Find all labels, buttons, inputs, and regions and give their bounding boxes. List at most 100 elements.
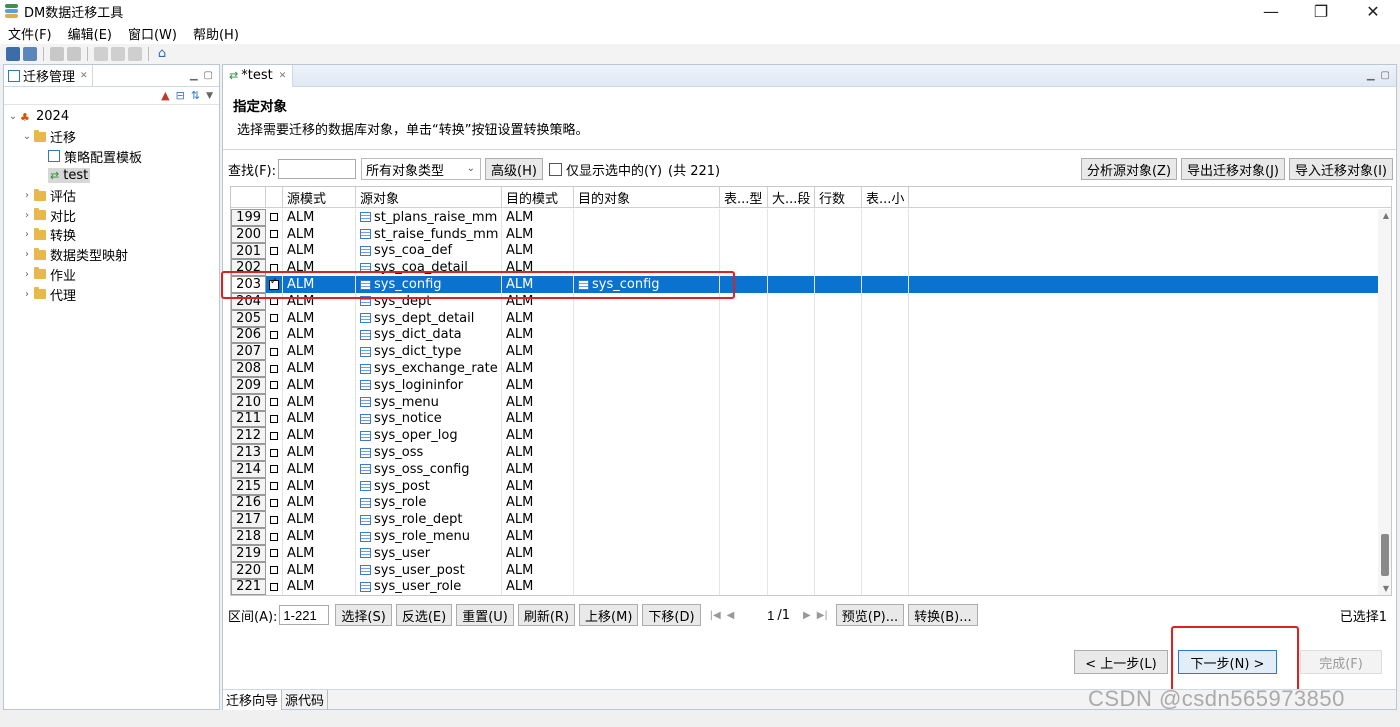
minimize-button[interactable]: — — [1248, 0, 1294, 22]
row-checkbox[interactable] — [270, 347, 278, 356]
table-row[interactable]: 207 ALM sys_dict_type ALM — [231, 343, 1379, 361]
row-checkbox[interactable] — [270, 314, 278, 323]
table-row[interactable]: 212 ALM sys_oper_log ALM — [231, 427, 1379, 445]
menu-help[interactable]: 帮助(H) — [193, 24, 239, 43]
row-checkbox[interactable] — [270, 230, 278, 239]
find-input[interactable] — [278, 159, 357, 179]
header-src-schema[interactable]: 源模式 — [283, 187, 356, 208]
row-check-cell[interactable] — [266, 494, 283, 512]
scroll-down-icon[interactable]: ▼ — [1383, 584, 1389, 593]
last-page-icon[interactable]: ▶| — [817, 610, 828, 621]
collapsed-icon[interactable]: › — [22, 210, 32, 221]
close-tab-icon[interactable]: ✕ — [80, 71, 88, 81]
tab-migration-wizard[interactable]: 迁移向导 — [223, 689, 283, 710]
tab-test[interactable]: ⇄ *test ✕ — [223, 64, 294, 87]
row-checkbox[interactable] — [270, 398, 278, 407]
finish-button[interactable]: 完成(F) — [1300, 650, 1382, 674]
paste-icon[interactable] — [128, 47, 142, 61]
table-row[interactable]: 205 ALM sys_dept_detail ALM — [231, 309, 1379, 327]
table-row[interactable]: 220 ALM sys_user_post ALM — [231, 561, 1379, 579]
maximize-view-icon[interactable]: ▢ — [204, 70, 213, 81]
tree-node-evaluate[interactable]: › 评估 — [4, 186, 219, 206]
row-check-cell[interactable] — [266, 410, 283, 428]
header-row-count[interactable]: 行数 — [815, 187, 862, 208]
refresh-button[interactable]: 刷新(R) — [517, 604, 576, 626]
back-button[interactable]: < 上一步(L) — [1074, 650, 1168, 674]
collapsed-icon[interactable]: › — [22, 229, 32, 240]
row-checkbox[interactable] — [270, 364, 278, 373]
table-row[interactable]: 209 ALM sys_logininfor ALM — [231, 376, 1379, 394]
table-row[interactable]: 216 ALM sys_role ALM — [231, 494, 1379, 512]
table-row[interactable]: 218 ALM sys_role_menu ALM — [231, 528, 1379, 545]
table-row[interactable]: 214 ALM sys_oss_config ALM — [231, 460, 1379, 478]
header-table-type[interactable]: 表...型 — [720, 187, 768, 208]
scroll-thumb[interactable] — [1381, 534, 1389, 576]
row-checkbox[interactable] — [270, 465, 278, 474]
reset-button[interactable]: 重置(U) — [456, 604, 514, 626]
table-row[interactable]: 215 ALM sys_post ALM — [231, 477, 1379, 495]
row-checkbox[interactable] — [270, 566, 278, 575]
row-check-cell[interactable] — [266, 242, 283, 260]
table-row[interactable]: 206 ALM sys_dict_data ALM — [231, 326, 1379, 344]
table-row[interactable]: 208 ALM sys_exchange_rate ALM — [231, 360, 1379, 377]
prev-page-icon[interactable]: ◀ — [727, 610, 735, 621]
table-row[interactable]: 217 ALM sys_role_dept ALM — [231, 511, 1379, 529]
invert-selection-button[interactable]: 反选(E) — [395, 604, 453, 626]
redo-icon[interactable] — [67, 47, 81, 61]
table-row[interactable]: 210 ALM sys_menu ALM — [231, 393, 1379, 411]
row-check-cell[interactable] — [266, 578, 283, 595]
row-check-cell[interactable] — [266, 225, 283, 243]
expanded-icon[interactable]: ⌄ — [8, 111, 18, 122]
row-check-cell[interactable] — [266, 528, 283, 545]
row-check-cell[interactable] — [266, 511, 283, 529]
row-check-cell[interactable] — [266, 360, 283, 377]
advanced-button[interactable]: 高级(H) — [485, 158, 543, 180]
row-checkbox[interactable] — [270, 482, 278, 491]
vertical-scrollbar[interactable]: ▲ ▼ — [1378, 209, 1391, 595]
row-check-cell[interactable] — [266, 209, 283, 226]
table-row[interactable]: 221 ALM sys_user_role ALM — [231, 578, 1379, 595]
row-checkbox[interactable] — [270, 498, 278, 507]
row-check-cell[interactable] — [266, 460, 283, 478]
new-project-icon[interactable]: ▲ — [161, 89, 169, 102]
row-checkbox[interactable] — [270, 549, 278, 558]
row-checkbox[interactable] — [270, 515, 278, 524]
row-check-cell[interactable] — [266, 427, 283, 445]
maximize-view-icon[interactable]: ▢ — [1381, 70, 1390, 81]
minimize-view-icon[interactable]: ▁ — [1367, 70, 1375, 81]
header-dst-object[interactable]: 目的对象 — [574, 187, 720, 208]
header-check[interactable] — [266, 187, 283, 208]
row-check-cell[interactable] — [266, 544, 283, 562]
menu-edit[interactable]: 编辑(E) — [68, 24, 112, 43]
row-checkbox[interactable] — [270, 246, 278, 255]
tree-node-strategy-template[interactable]: 策略配置模板 — [4, 146, 219, 166]
show-selected-checkbox[interactable] — [548, 162, 562, 176]
import-objects-button[interactable]: 导入迁移对象(I) — [1289, 158, 1393, 180]
export-objects-button[interactable]: 导出迁移对象(J) — [1181, 158, 1286, 180]
tree-node-2024[interactable]: ⌄ ♣ 2024 — [4, 107, 219, 127]
tree-node-datatype-mapping[interactable]: › 数据类型映射 — [4, 245, 219, 265]
close-tab-icon[interactable]: ✕ — [279, 71, 287, 81]
select-button[interactable]: 选择(S) — [335, 604, 392, 626]
collapsed-icon[interactable]: › — [22, 190, 32, 201]
restore-button[interactable]: ❐ — [1298, 0, 1344, 22]
convert-button[interactable]: 转换(B)... — [908, 604, 978, 626]
table-row[interactable]: 200 ALM st_raise_funds_mm ALM — [231, 225, 1379, 243]
row-checkbox[interactable] — [270, 330, 278, 339]
row-check-cell[interactable] — [266, 393, 283, 411]
tree-node-agent[interactable]: › 代理 — [4, 284, 219, 304]
tree-node-compare[interactable]: › 对比 — [4, 205, 219, 225]
tab-source-code[interactable]: 源代码 — [282, 689, 329, 710]
collapse-all-icon[interactable]: ⊟ — [176, 89, 185, 102]
tree-node-migration[interactable]: ⌄ 迁移 — [4, 127, 219, 147]
row-check-cell[interactable] — [266, 326, 283, 344]
tree-node-jobs[interactable]: › 作业 — [4, 265, 219, 285]
header-dst-schema[interactable]: 目的模式 — [502, 187, 574, 208]
table-row[interactable]: 199 ALM st_plans_raise_mm ALM — [231, 209, 1379, 226]
row-checkbox[interactable] — [270, 213, 278, 222]
row-check-cell[interactable] — [266, 376, 283, 394]
preview-button[interactable]: 预览(P)... — [835, 604, 905, 626]
row-checkbox[interactable] — [270, 448, 278, 457]
table-row[interactable]: 201 ALM sys_coa_def ALM — [231, 242, 1379, 260]
copy-icon[interactable] — [111, 47, 125, 61]
